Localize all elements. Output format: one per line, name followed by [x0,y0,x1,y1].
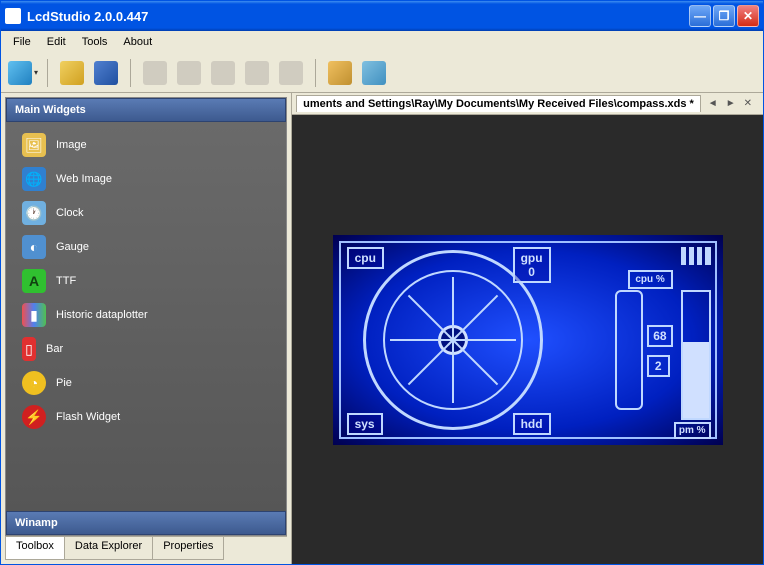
widget-label: Image [56,139,87,151]
titlebar: LcdStudio 2.0.0.447 — ❐ ✕ [1,1,763,31]
widget-gauge[interactable]: ◐ Gauge [6,230,286,264]
image-icon: 🖼 [22,133,46,157]
lcd-meter [615,290,643,410]
separator [315,59,316,87]
widget-ttf[interactable]: A TTF [6,264,286,298]
widget-label: Historic dataplotter [56,309,148,321]
menubar: File Edit Tools About [1,31,763,53]
separator [130,59,131,87]
widget-bar[interactable]: ▯ Bar [6,332,286,366]
toolbox-panel: Main Widgets 🖼 Image 🌐 Web Image 🕐 Clock ◐ G… [5,97,287,536]
wrench-icon [328,61,352,85]
menu-tools[interactable]: Tools [74,34,116,50]
widget-label: Bar [46,343,63,355]
open-button[interactable] [56,57,88,89]
save-button[interactable] [90,57,122,89]
lcd-label-gpu: gpu0 [513,247,551,283]
widget-flash[interactable]: ⚡ Flash Widget [6,400,286,434]
widget-label: Pie [56,377,72,389]
document-tab[interactable]: uments and Settings\Ray\My Documents\My … [296,95,701,112]
right-panel: uments and Settings\Ray\My Documents\My … [292,93,763,564]
document-tabbar: uments and Settings\Ray\My Documents\My … [292,93,763,115]
widget-label: Clock [56,207,84,219]
lcd-label-hdd: hdd [513,413,551,435]
panel-tabs: Toolbox Data Explorer Properties [5,536,287,560]
web-image-icon: 🌐 [22,167,46,191]
settings-button[interactable] [324,57,356,89]
lcd-value-68: 68 [647,325,672,347]
lcd-label-sys: sys [347,413,383,435]
lcd-label-cpu: cpu [347,247,384,269]
design-canvas[interactable]: cpu gpu0 sys hdd cpu % 68 2 pm % [292,115,763,564]
scissors-icon [143,61,167,85]
floppy-disk-icon [94,61,118,85]
pie-icon: ◔ [22,371,46,395]
tab-prev-icon[interactable]: ◄ [705,98,721,109]
paste-icon [211,61,235,85]
paste-button[interactable] [207,57,239,89]
menu-about[interactable]: About [115,34,160,50]
tab-data-explorer[interactable]: Data Explorer [64,537,153,560]
app-window: LcdStudio 2.0.0.447 — ❐ ✕ File Edit Tool… [0,0,764,565]
toolbar: ▾ [1,53,763,93]
widget-label: TTF [56,275,76,287]
copy-icon [177,61,201,85]
lcd-cpu-pct-label: cpu % [628,270,673,289]
menu-file[interactable]: File [5,34,39,50]
tab-close-icon[interactable]: ✕ [741,98,755,109]
content-area: Main Widgets 🖼 Image 🌐 Web Image 🕐 Clock ◐ G… [1,93,763,564]
undo-button[interactable] [241,57,273,89]
maximize-button[interactable]: ❐ [713,5,735,27]
widget-label: Gauge [56,241,89,253]
widget-image[interactable]: 🖼 Image [6,128,286,162]
lcd-preview[interactable]: cpu gpu0 sys hdd cpu % 68 2 pm % [333,235,723,445]
flash-icon: ⚡ [22,405,46,429]
redo-button[interactable] [275,57,307,89]
category-winamp[interactable]: Winamp [6,511,286,535]
lcd-stripes [681,247,711,265]
widget-web-image[interactable]: 🌐 Web Image [6,162,286,196]
tab-properties[interactable]: Properties [152,537,224,560]
tab-next-icon[interactable]: ► [723,98,739,109]
plotter-icon: ▮ [22,303,46,327]
new-file-icon [8,61,32,85]
separator [47,59,48,87]
copy-button[interactable] [173,57,205,89]
redo-icon [279,61,303,85]
app-icon [5,8,21,24]
widget-pie[interactable]: ◔ Pie [6,366,286,400]
lcd-value-2: 2 [647,355,670,377]
undo-icon [245,61,269,85]
widget-plotter[interactable]: ▮ Historic dataplotter [6,298,286,332]
gauge-icon: ◐ [22,235,46,259]
bar-icon: ▯ [22,337,36,361]
monitor-icon [362,61,386,85]
minimize-button[interactable]: — [689,5,711,27]
lcd-pm-bar [681,290,711,420]
ttf-icon: A [22,269,46,293]
tab-toolbox[interactable]: Toolbox [5,537,65,560]
dropdown-arrow-icon: ▾ [34,68,38,77]
close-button[interactable]: ✕ [737,5,759,27]
cut-button[interactable] [139,57,171,89]
left-panel: Main Widgets 🖼 Image 🌐 Web Image 🕐 Clock ◐ G… [1,93,292,564]
window-title: LcdStudio 2.0.0.447 [27,9,689,24]
widget-label: Web Image [56,173,112,185]
widget-list: 🖼 Image 🌐 Web Image 🕐 Clock ◐ Gauge A TTF ▮ Hi… [6,122,286,511]
menu-edit[interactable]: Edit [39,34,74,50]
clock-icon: 🕐 [22,201,46,225]
lcd-pm-label: pm % [674,422,711,439]
widget-label: Flash Widget [56,411,120,423]
new-button[interactable]: ▾ [7,57,39,89]
widget-clock[interactable]: 🕐 Clock [6,196,286,230]
monitor-button[interactable] [358,57,390,89]
category-main-widgets[interactable]: Main Widgets [6,98,286,122]
folder-open-icon [60,61,84,85]
